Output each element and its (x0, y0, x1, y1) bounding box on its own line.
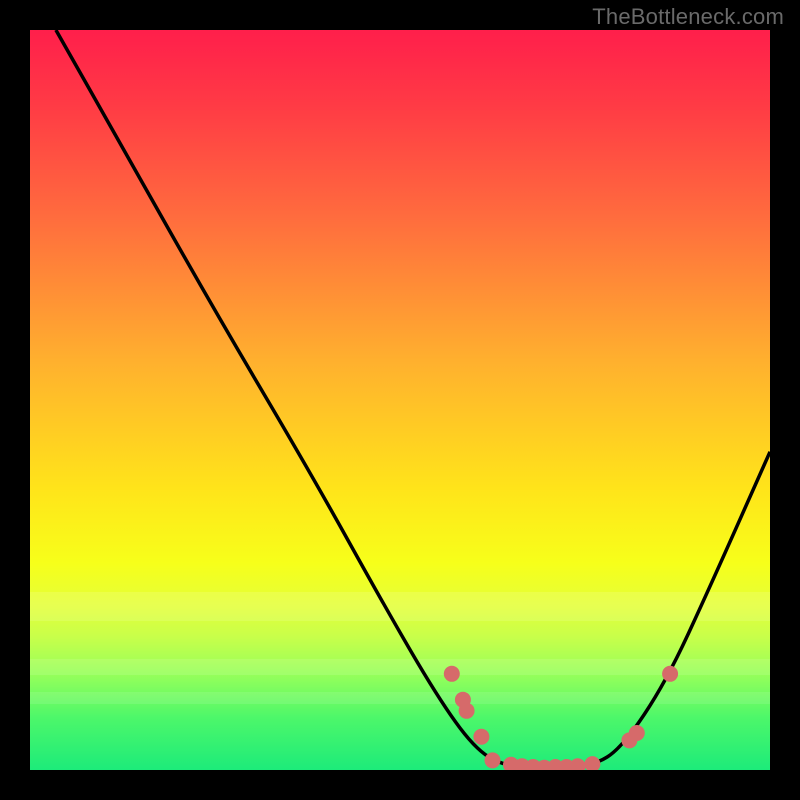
data-point-marker (584, 756, 600, 770)
watermark-text: TheBottleneck.com (592, 4, 784, 30)
data-point-marker (485, 752, 501, 768)
data-point-marker (662, 666, 678, 682)
data-point-marker (459, 703, 475, 719)
bottleneck-curve (56, 30, 770, 767)
data-point-marker (473, 729, 489, 745)
curve-layer (30, 30, 770, 770)
data-point-marker (444, 666, 460, 682)
plot-area (30, 30, 770, 770)
data-point-marker (570, 758, 586, 770)
chart-frame: TheBottleneck.com (0, 0, 800, 800)
data-point-marker (629, 725, 645, 741)
